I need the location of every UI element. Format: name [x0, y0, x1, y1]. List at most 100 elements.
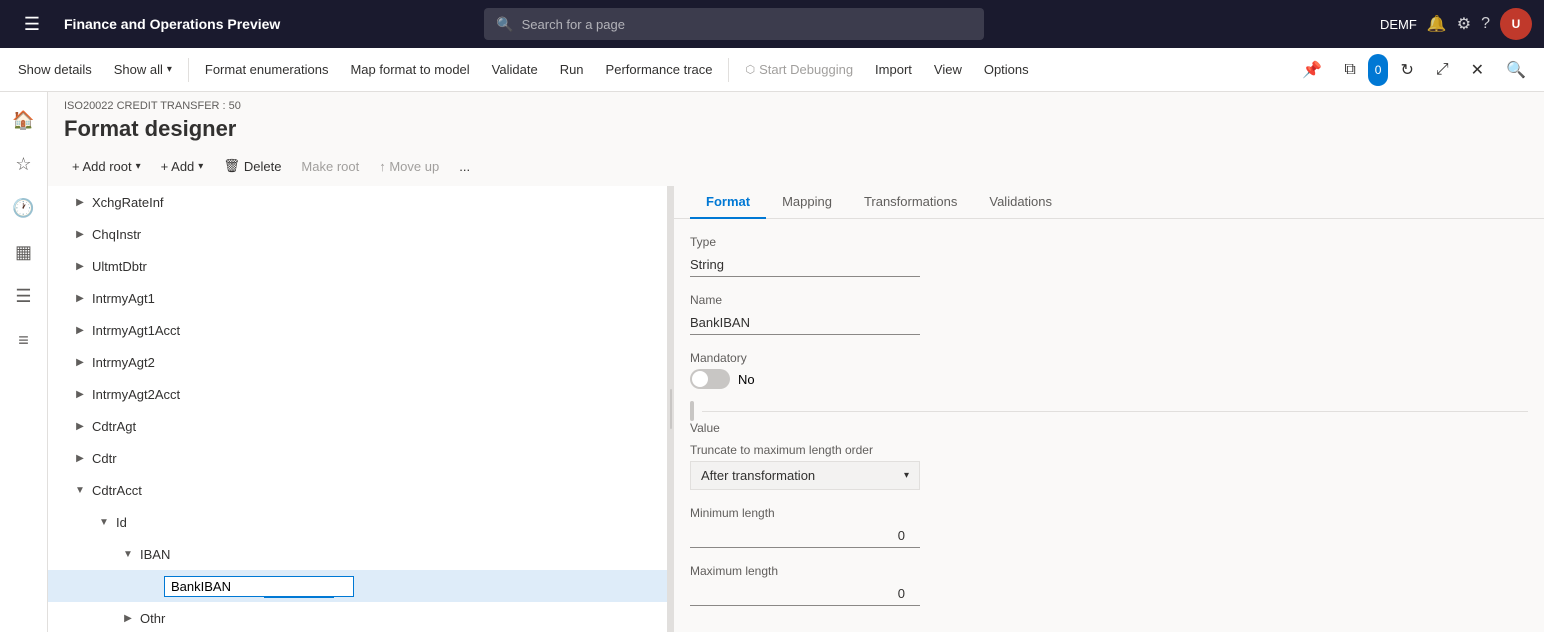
tab-transformations[interactable]: Transformations: [848, 186, 973, 219]
tree-collapse-icon: ▼: [120, 546, 136, 562]
min-length-label: Minimum length: [690, 506, 1528, 520]
sidebar-favorite-icon[interactable]: ☆: [4, 144, 44, 184]
tree-pane: ▶ XchgRateInf ▶ ChqInstr ▶ UltmtDbtr ▶ I…: [48, 186, 668, 632]
show-all-button[interactable]: Show all ▾: [104, 54, 182, 86]
side-icons: 🏠 ☆ 🕐 ▦ ☰ ≡: [0, 92, 48, 632]
tree-expand-icon: ▶: [72, 354, 88, 370]
user-name: DEMF: [1380, 17, 1417, 32]
tree-item-iban[interactable]: ▼ IBAN: [48, 538, 667, 570]
details-tabs: Format Mapping Transformations Validatio…: [674, 186, 1544, 219]
split-view-icon[interactable]: ⧉: [1334, 54, 1365, 86]
map-format-to-model-button[interactable]: Map format to model: [340, 54, 479, 86]
add-root-button[interactable]: + Add root ▾: [64, 155, 149, 178]
options-button[interactable]: Options: [974, 54, 1039, 86]
tree-item[interactable]: ▶ XchgRateInf: [48, 186, 667, 218]
main-toolbar: Show details Show all ▾ Format enumerati…: [0, 48, 1544, 92]
name-property: Name BankIBAN: [690, 293, 1528, 335]
min-length-property: Minimum length: [690, 506, 1528, 548]
app-title: Finance and Operations Preview: [64, 16, 280, 32]
mandatory-property: Mandatory No: [690, 351, 1528, 389]
close-icon[interactable]: ✕: [1461, 54, 1494, 86]
top-navigation: ☰ Finance and Operations Preview 🔍 DEMF …: [0, 0, 1544, 48]
move-up-button[interactable]: ↑ Move up: [371, 155, 447, 178]
sidebar-home-icon[interactable]: 🏠: [4, 100, 44, 140]
search-bar: 🔍: [484, 8, 984, 40]
tab-format[interactable]: Format: [690, 186, 766, 219]
tree-item[interactable]: ▶ IntrmyAgt1Acct: [48, 314, 667, 346]
tree-expand-icon: ▶: [72, 226, 88, 242]
tree-expand-icon: ▶: [72, 418, 88, 434]
tree-expand-icon: ▶: [72, 450, 88, 466]
type-label: Type: [690, 235, 1528, 249]
tree-item[interactable]: ▶ IntrmyAgt1: [48, 282, 667, 314]
delete-button[interactable]: 🗑 Delete: [215, 154, 289, 178]
tree-expand-icon: ▶: [72, 386, 88, 402]
more-actions-button[interactable]: ...: [451, 155, 478, 178]
sidebar-filter-icon[interactable]: ▦: [4, 232, 44, 272]
mandatory-row: No: [690, 369, 1528, 389]
details-pane: Format Mapping Transformations Validatio…: [674, 186, 1544, 632]
value-label: Value: [690, 421, 1528, 435]
tree-expand-icon: ▶: [72, 258, 88, 274]
view-button[interactable]: View: [924, 54, 972, 86]
tree-expand-icon: ▶: [72, 322, 88, 338]
max-length-input[interactable]: [690, 582, 920, 606]
tree-item[interactable]: ▶ UltmtDbtr: [48, 250, 667, 282]
mandatory-value: No: [738, 372, 755, 387]
tree-item-edit-input[interactable]: [164, 576, 354, 597]
name-value[interactable]: BankIBAN: [690, 311, 920, 335]
tree-item-cdtracct[interactable]: ▼ CdtrAcct: [48, 474, 667, 506]
min-length-input[interactable]: [690, 524, 920, 548]
import-button[interactable]: Import: [865, 54, 922, 86]
truncate-label: Truncate to maximum length order: [690, 443, 1528, 457]
pinned-icon[interactable]: 📌: [1292, 54, 1332, 86]
section-divider: [690, 405, 1528, 417]
max-length-property: Maximum length: [690, 564, 1528, 606]
tree-item-id[interactable]: ▼ Id: [48, 506, 667, 538]
refresh-icon[interactable]: ↻: [1390, 54, 1423, 86]
search-input[interactable]: [522, 17, 973, 32]
notification-bell-icon[interactable]: 🔔: [1427, 14, 1447, 34]
run-button[interactable]: Run: [550, 54, 594, 86]
tree-item[interactable]: ▶ ChqInstr: [48, 218, 667, 250]
sidebar-current-icon[interactable]: ≡: [4, 320, 44, 360]
hamburger-menu-icon[interactable]: ☰: [12, 4, 52, 44]
validate-button[interactable]: Validate: [482, 54, 548, 86]
format-enumerations-button[interactable]: Format enumerations: [195, 54, 339, 86]
toggle-knob: [692, 371, 708, 387]
help-question-icon[interactable]: ?: [1481, 15, 1490, 33]
resize-handle[interactable]: [690, 401, 694, 421]
tree-item[interactable]: ▶ Cdtr: [48, 442, 667, 474]
mandatory-toggle[interactable]: [690, 369, 730, 389]
tree-expand-icon: ▶: [72, 194, 88, 210]
start-debugging-button[interactable]: ⬡ Start Debugging: [735, 54, 863, 86]
name-label: Name: [690, 293, 1528, 307]
search-icon: 🔍: [496, 16, 513, 33]
search-toolbar-icon[interactable]: 🔍: [1496, 54, 1536, 86]
top-nav-right: DEMF 🔔 ⚙ ? U: [1380, 8, 1532, 40]
trash-icon: 🗑: [223, 158, 240, 174]
tree-item-othr[interactable]: ▶ Othr: [48, 602, 667, 632]
sidebar-history-icon[interactable]: 🕐: [4, 188, 44, 228]
debug-icon: ⬡: [745, 63, 755, 76]
tree-expand-icon: ▶: [72, 290, 88, 306]
tree-collapse-icon: ▼: [72, 482, 88, 498]
tab-mapping[interactable]: Mapping: [766, 186, 848, 219]
expand-icon[interactable]: ⤢: [1426, 54, 1459, 86]
add-button[interactable]: + Add ▾: [153, 155, 212, 178]
breadcrumb: ISO20022 CREDIT TRANSFER : 50: [64, 100, 1528, 112]
notification-count-badge[interactable]: 0: [1368, 54, 1389, 86]
page-title: Format designer: [64, 116, 1528, 142]
tree-item[interactable]: ▶ CdtrAgt: [48, 410, 667, 442]
tree-item[interactable]: ▶ IntrmyAgt2Acct: [48, 378, 667, 410]
tree-item[interactable]: ▶ IntrmyAgt2: [48, 346, 667, 378]
tab-validations[interactable]: Validations: [973, 186, 1068, 219]
tree-expand-icon: ▶: [120, 610, 136, 626]
performance-trace-button[interactable]: Performance trace: [596, 54, 723, 86]
sidebar-filter2-icon[interactable]: ☰: [4, 276, 44, 316]
settings-gear-icon[interactable]: ⚙: [1457, 14, 1471, 34]
tree-item-bankiban[interactable]: ▶: [48, 570, 667, 602]
make-root-button[interactable]: Make root: [293, 155, 367, 178]
truncate-dropdown[interactable]: After transformation ▾: [690, 461, 920, 490]
show-details-button[interactable]: Show details: [8, 54, 102, 86]
